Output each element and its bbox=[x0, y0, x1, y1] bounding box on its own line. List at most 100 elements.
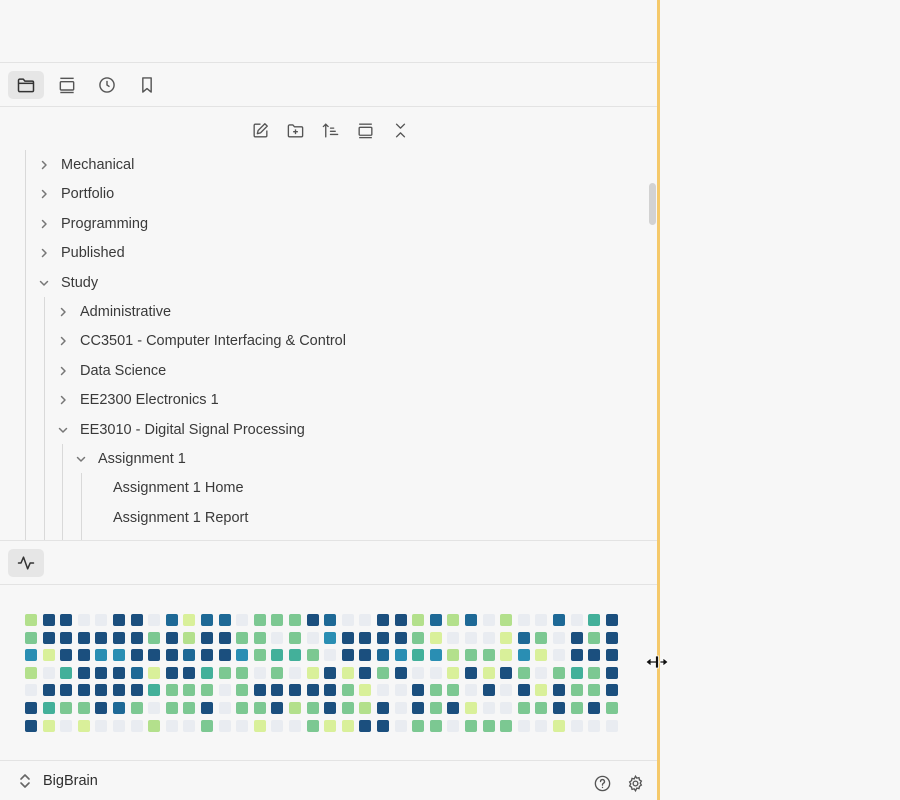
file-item[interactable]: Assignment 1 Home bbox=[93, 474, 244, 502]
heatmap-cell[interactable] bbox=[113, 632, 125, 644]
heatmap-cell[interactable] bbox=[606, 632, 618, 644]
sort-button[interactable] bbox=[319, 119, 341, 141]
heatmap-cell[interactable] bbox=[166, 667, 178, 679]
heatmap-cell[interactable] bbox=[271, 702, 283, 714]
heatmap-cell[interactable] bbox=[131, 632, 143, 644]
settings-button[interactable] bbox=[625, 773, 645, 793]
heatmap-cell[interactable] bbox=[201, 684, 213, 696]
heatmap-cell[interactable] bbox=[535, 632, 547, 644]
heatmap-cell[interactable] bbox=[571, 684, 583, 696]
heatmap-cell[interactable] bbox=[201, 649, 213, 661]
heatmap-cell[interactable] bbox=[535, 649, 547, 661]
heatmap-cell[interactable] bbox=[78, 720, 90, 732]
heatmap-cell[interactable] bbox=[307, 720, 319, 732]
heatmap-cell[interactable] bbox=[113, 702, 125, 714]
heatmap-cell[interactable] bbox=[95, 632, 107, 644]
heatmap-cell[interactable] bbox=[359, 649, 371, 661]
heatmap-cell[interactable] bbox=[395, 720, 407, 732]
heatmap-cell[interactable] bbox=[588, 684, 600, 696]
heatmap-cell[interactable] bbox=[359, 702, 371, 714]
heatmap-cell[interactable] bbox=[25, 614, 37, 626]
heatmap-cell[interactable] bbox=[377, 684, 389, 696]
heatmap-cell[interactable] bbox=[324, 684, 336, 696]
heatmap-cell[interactable] bbox=[606, 614, 618, 626]
heatmap-cell[interactable] bbox=[606, 702, 618, 714]
heatmap-cell[interactable] bbox=[148, 684, 160, 696]
heatmap-cell[interactable] bbox=[359, 720, 371, 732]
folder-item[interactable]: CC3501 - Computer Interfacing & Control bbox=[56, 327, 346, 355]
heatmap-cell[interactable] bbox=[289, 649, 301, 661]
heatmap-cell[interactable] bbox=[43, 667, 55, 679]
heatmap-cell[interactable] bbox=[430, 614, 442, 626]
heatmap-cell[interactable] bbox=[95, 614, 107, 626]
heatmap-cell[interactable] bbox=[307, 632, 319, 644]
heatmap-cell[interactable] bbox=[271, 614, 283, 626]
heatmap-cell[interactable] bbox=[412, 720, 424, 732]
heatmap-cell[interactable] bbox=[571, 632, 583, 644]
folder-item[interactable]: Study bbox=[37, 269, 98, 297]
heatmap-cell[interactable] bbox=[588, 702, 600, 714]
heatmap-cell[interactable] bbox=[483, 614, 495, 626]
heatmap-cell[interactable] bbox=[131, 649, 143, 661]
heatmap-cell[interactable] bbox=[447, 649, 459, 661]
heatmap-cell[interactable] bbox=[78, 667, 90, 679]
heatmap-cell[interactable] bbox=[201, 702, 213, 714]
vault-switcher[interactable]: BigBrain bbox=[18, 773, 98, 789]
heatmap-cell[interactable] bbox=[588, 632, 600, 644]
heatmap-cell[interactable] bbox=[500, 720, 512, 732]
heatmap-cell[interactable] bbox=[219, 667, 231, 679]
heatmap-cell[interactable] bbox=[78, 632, 90, 644]
heatmap-cell[interactable] bbox=[342, 649, 354, 661]
tab-activity[interactable] bbox=[8, 549, 44, 577]
heatmap-cell[interactable] bbox=[483, 720, 495, 732]
heatmap-cell[interactable] bbox=[60, 684, 72, 696]
heatmap-cell[interactable] bbox=[271, 720, 283, 732]
heatmap-cell[interactable] bbox=[465, 667, 477, 679]
heatmap-cell[interactable] bbox=[395, 702, 407, 714]
heatmap-cell[interactable] bbox=[183, 667, 195, 679]
heatmap-cell[interactable] bbox=[447, 614, 459, 626]
heatmap-cell[interactable] bbox=[219, 684, 231, 696]
heatmap-cell[interactable] bbox=[78, 649, 90, 661]
heatmap-cell[interactable] bbox=[342, 702, 354, 714]
heatmap-cell[interactable] bbox=[342, 632, 354, 644]
heatmap-cell[interactable] bbox=[430, 702, 442, 714]
heatmap-cell[interactable] bbox=[606, 720, 618, 732]
heatmap-cell[interactable] bbox=[307, 614, 319, 626]
heatmap-cell[interactable] bbox=[465, 632, 477, 644]
heatmap-cell[interactable] bbox=[588, 614, 600, 626]
heatmap-cell[interactable] bbox=[43, 632, 55, 644]
heatmap-cell[interactable] bbox=[271, 649, 283, 661]
heatmap-cell[interactable] bbox=[95, 667, 107, 679]
heatmap-cell[interactable] bbox=[395, 649, 407, 661]
heatmap-cell[interactable] bbox=[518, 649, 530, 661]
heatmap-cell[interactable] bbox=[307, 702, 319, 714]
auto-reveal-button[interactable] bbox=[354, 119, 376, 141]
tab-recent[interactable] bbox=[89, 71, 125, 99]
heatmap-cell[interactable] bbox=[60, 632, 72, 644]
heatmap-cell[interactable] bbox=[553, 667, 565, 679]
folder-item[interactable]: Data Science bbox=[56, 357, 166, 385]
heatmap-cell[interactable] bbox=[254, 684, 266, 696]
heatmap-cell[interactable] bbox=[342, 720, 354, 732]
heatmap-cell[interactable] bbox=[236, 684, 248, 696]
heatmap-cell[interactable] bbox=[553, 649, 565, 661]
heatmap-cell[interactable] bbox=[535, 702, 547, 714]
heatmap-cell[interactable] bbox=[271, 632, 283, 644]
heatmap-cell[interactable] bbox=[412, 684, 424, 696]
heatmap-cell[interactable] bbox=[553, 632, 565, 644]
heatmap-cell[interactable] bbox=[60, 720, 72, 732]
heatmap-cell[interactable] bbox=[201, 667, 213, 679]
heatmap-cell[interactable] bbox=[412, 667, 424, 679]
folder-item[interactable]: Published bbox=[37, 239, 125, 267]
heatmap-cell[interactable] bbox=[113, 667, 125, 679]
folder-item[interactable]: EE3010 - Digital Signal Processing bbox=[56, 416, 305, 444]
heatmap-cell[interactable] bbox=[166, 702, 178, 714]
heatmap-cell[interactable] bbox=[518, 614, 530, 626]
heatmap-cell[interactable] bbox=[465, 614, 477, 626]
heatmap-cell[interactable] bbox=[289, 702, 301, 714]
heatmap-cell[interactable] bbox=[254, 614, 266, 626]
heatmap-cell[interactable] bbox=[289, 667, 301, 679]
heatmap-cell[interactable] bbox=[571, 667, 583, 679]
heatmap-cell[interactable] bbox=[324, 702, 336, 714]
